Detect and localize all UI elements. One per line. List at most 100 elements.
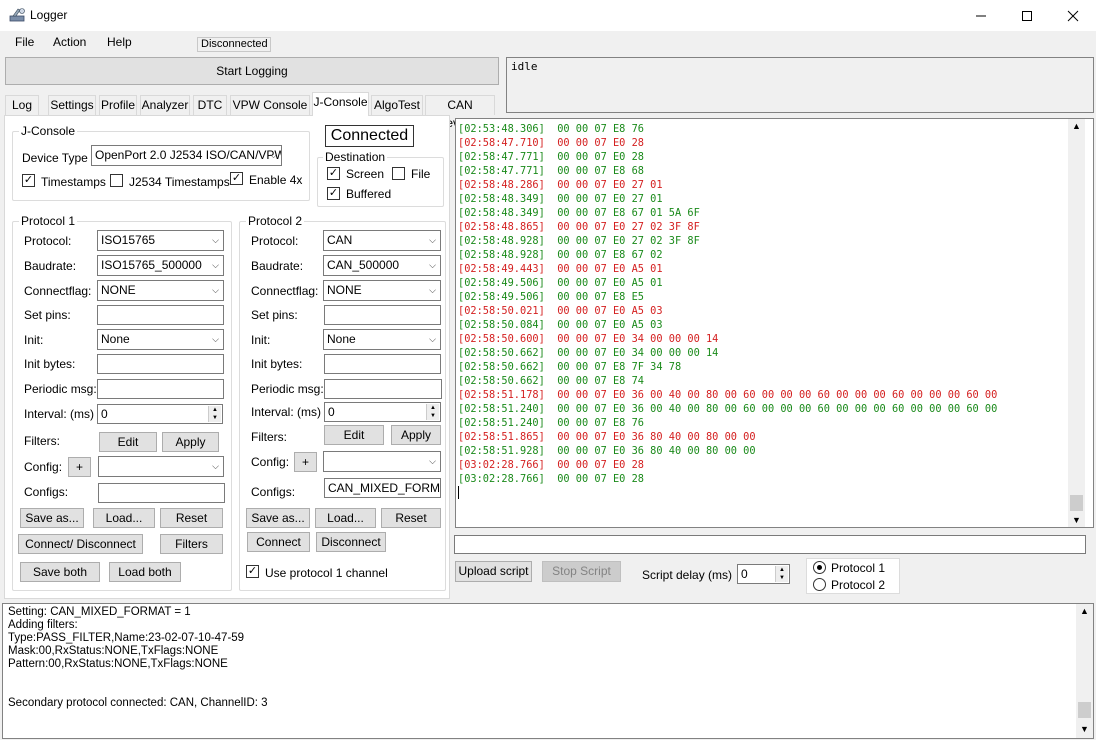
p1-reset-button[interactable]: Reset: [160, 508, 223, 528]
buffered-checkbox[interactable]: ✓: [327, 187, 340, 200]
menu-help[interactable]: Help: [107, 35, 132, 49]
script-delay-value: 0: [741, 567, 748, 581]
p2-configs-input[interactable]: CAN_MIXED_FORMAT: [324, 478, 441, 498]
chevron-down-icon[interactable]: ▼: [1080, 724, 1089, 734]
device-type-select[interactable]: OpenPort 2.0 J2534 ISO/CAN/VPW ⌵: [91, 145, 282, 166]
script-delay-spinner[interactable]: ▲ ▼: [775, 566, 788, 582]
p2-periodic-label: Periodic msg:: [251, 382, 324, 396]
console-scrollbar[interactable]: ▲ ▼: [1076, 604, 1093, 738]
tab-can-devices[interactable]: CAN devices: [425, 95, 495, 130]
p2-init-select[interactable]: None ⌵: [323, 329, 441, 350]
load-both-button[interactable]: Load both: [109, 562, 181, 582]
p1-init-label: Init:: [24, 333, 44, 347]
minimize-button[interactable]: [958, 0, 1004, 31]
enable-4x-checkbox[interactable]: ✓: [230, 172, 243, 185]
tab-profile[interactable]: Profile: [99, 95, 137, 115]
stop-script-button[interactable]: Stop Script: [542, 561, 621, 582]
menu-file[interactable]: File: [15, 35, 34, 49]
p1-protocol-select[interactable]: ISO15765 ⌵: [97, 230, 224, 251]
chevron-up-icon[interactable]: ▲: [1072, 121, 1081, 131]
p1-edit-button[interactable]: Edit: [99, 432, 157, 452]
upload-script-button[interactable]: Upload script: [455, 561, 532, 582]
p1-protocol-value: ISO15765: [101, 233, 156, 247]
p1-interval-spinner[interactable]: ▲ ▼: [208, 406, 221, 422]
log-line: [02:58:47.710] 00 00 07 E0 28: [458, 137, 644, 149]
screen-label: Screen: [346, 167, 385, 181]
p2-protocol-select[interactable]: CAN ⌵: [323, 230, 441, 251]
close-button[interactable]: [1050, 0, 1096, 31]
script-delay-input[interactable]: 0 ▲ ▼: [737, 564, 790, 584]
p2-load-button[interactable]: Load...: [315, 508, 376, 528]
start-logging-button[interactable]: Start Logging: [5, 57, 499, 85]
connect-disconnect-button[interactable]: Connect/ Disconnect: [18, 534, 143, 554]
log-line: [02:58:48.928] 00 00 07 E8 67 02: [458, 249, 663, 261]
p1-add-config-button[interactable]: +: [68, 457, 91, 477]
tab-settings[interactable]: Settings: [48, 95, 96, 115]
p2-periodic-input[interactable]: [324, 379, 442, 399]
p1-interval-input[interactable]: 0 ▲ ▼: [97, 404, 223, 424]
status-console[interactable]: Setting: CAN_MIXED_FORMAT = 1 Adding filt…: [2, 603, 1094, 739]
tab-j-console[interactable]: J-Console: [312, 92, 369, 116]
command-input[interactable]: [454, 535, 1086, 554]
p2-reset-button[interactable]: Reset: [381, 508, 441, 528]
p1-setpins-input[interactable]: [97, 305, 224, 325]
scrollbar-thumb[interactable]: [1070, 495, 1083, 511]
p1-init-select[interactable]: None ⌵: [97, 329, 224, 350]
p1-connectflag-select[interactable]: NONE ⌵: [97, 280, 224, 301]
p2-baudrate-select[interactable]: CAN_500000 ⌵: [323, 255, 441, 276]
p2-interval-value: 0: [328, 405, 335, 419]
p2-initbytes-input[interactable]: [324, 354, 441, 374]
p2-disconnect-button[interactable]: Disconnect: [316, 532, 386, 552]
maximize-button[interactable]: [1004, 0, 1050, 31]
chevron-down-icon: ⌵: [212, 260, 219, 270]
use-protocol1-checkbox[interactable]: ✓: [246, 565, 259, 578]
chevron-down-icon: ⌵: [212, 461, 219, 471]
tab-vpw-console[interactable]: VPW Console: [230, 95, 310, 115]
p1-initbytes-input[interactable]: [97, 354, 224, 374]
text-caret: [458, 486, 459, 499]
p2-interval-input[interactable]: 0 ▲ ▼: [324, 402, 441, 422]
chevron-down-icon[interactable]: ▼: [1072, 515, 1081, 525]
p1-configs-input[interactable]: [98, 483, 225, 503]
chevron-down-icon: ⌵: [212, 285, 219, 295]
script-protocol2-radio[interactable]: [813, 578, 826, 591]
log-scrollbar[interactable]: ▲ ▼: [1068, 119, 1085, 527]
timestamps-checkbox[interactable]: ✓: [22, 174, 35, 187]
file-checkbox[interactable]: [392, 167, 405, 180]
p2-apply-button[interactable]: Apply: [391, 425, 441, 445]
screen-checkbox[interactable]: ✓: [327, 167, 340, 180]
tab-analyzer[interactable]: Analyzer: [140, 95, 190, 115]
p2-setpins-input[interactable]: [324, 305, 441, 325]
save-both-button[interactable]: Save both: [20, 562, 100, 582]
log-line: [02:58:48.349] 00 00 07 E0 27 01: [458, 193, 663, 205]
tab-algotest[interactable]: AlgoTest: [371, 95, 423, 115]
menu-action[interactable]: Action: [53, 35, 86, 49]
status-textbox[interactable]: idle: [506, 57, 1094, 113]
script-protocol1-radio[interactable]: [813, 561, 826, 574]
p1-periodic-input[interactable]: [97, 379, 224, 399]
p1-baudrate-select[interactable]: ISO15765_500000 ⌵: [97, 255, 224, 276]
j2534-timestamps-checkbox[interactable]: [110, 174, 123, 187]
p2-save-as-button[interactable]: Save as...: [246, 508, 310, 528]
can-log-output[interactable]: [02:53:48.306] 00 00 07 E8 76 [02:58:47.7…: [455, 118, 1094, 528]
p1-baudrate-value: ISO15765_500000: [101, 258, 202, 272]
scrollbar-thumb[interactable]: [1078, 702, 1091, 718]
p1-init-value: None: [101, 332, 130, 346]
connection-status: Disconnected: [197, 37, 271, 52]
p2-connectflag-select[interactable]: NONE ⌵: [323, 280, 441, 301]
p2-config-select[interactable]: ⌵: [323, 451, 441, 472]
p1-save-as-button[interactable]: Save as...: [20, 508, 84, 528]
p1-load-button[interactable]: Load...: [93, 508, 155, 528]
p1-filters-button[interactable]: Filters: [160, 534, 223, 554]
p1-config-select[interactable]: ⌵: [98, 456, 224, 477]
p2-connect-button[interactable]: Connect: [247, 532, 310, 552]
p1-apply-button[interactable]: Apply: [162, 432, 219, 452]
chevron-up-icon[interactable]: ▲: [1080, 606, 1089, 616]
p2-edit-button[interactable]: Edit: [324, 425, 384, 445]
p2-interval-spinner[interactable]: ▲ ▼: [426, 404, 439, 420]
chevron-down-icon: ⌵: [429, 260, 436, 270]
p2-add-config-button[interactable]: +: [294, 452, 317, 472]
tab-dtc[interactable]: DTC: [193, 95, 227, 115]
tab-log[interactable]: Log: [5, 95, 39, 115]
p2-init-value: None: [327, 332, 356, 346]
